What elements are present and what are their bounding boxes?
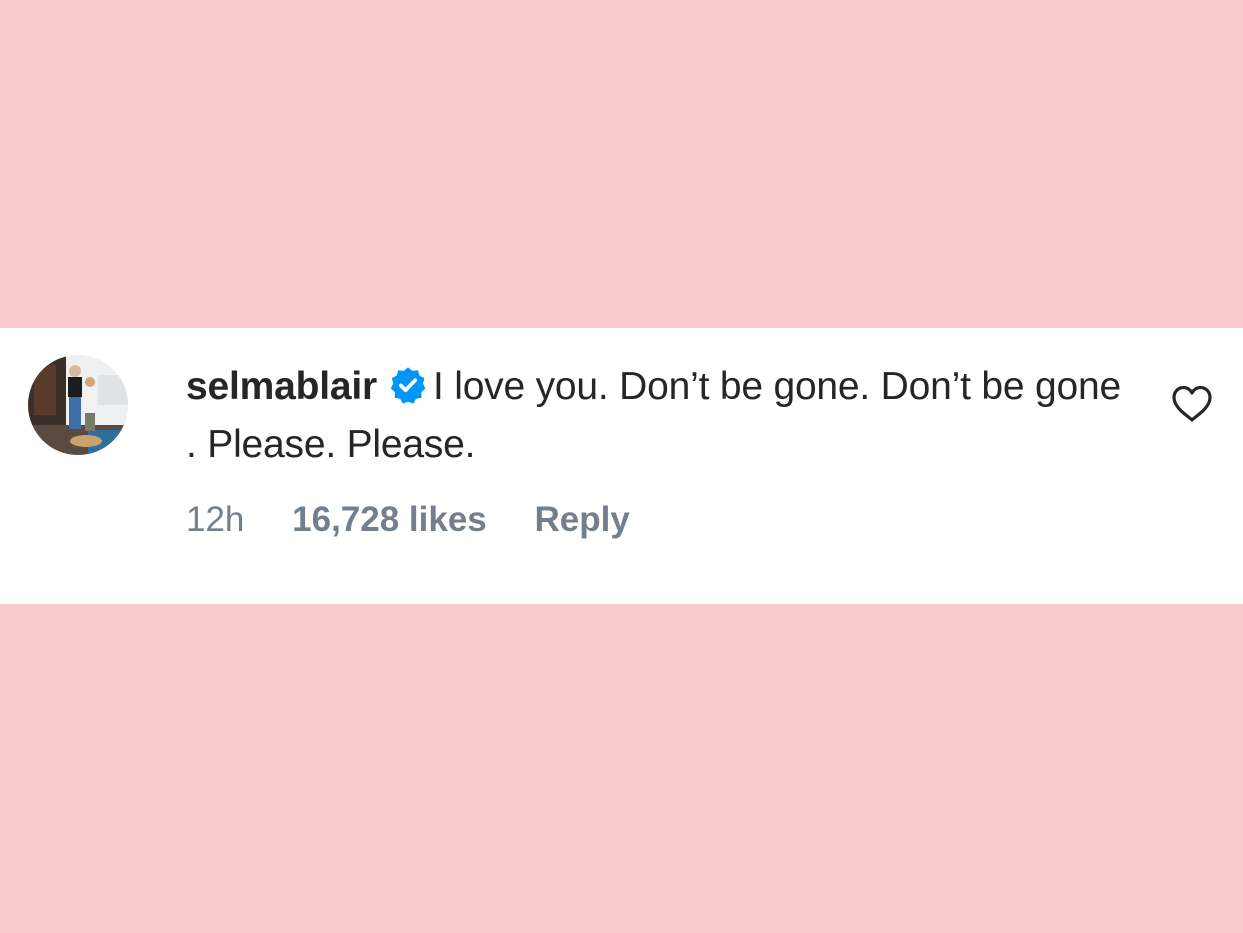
comment-likes-count[interactable]: 16,728 likes (292, 496, 487, 544)
verified-badge-icon (389, 363, 427, 404)
comment-meta-row: 12h 16,728 likes Reply (186, 496, 630, 544)
like-comment-button[interactable] (1170, 384, 1214, 424)
reply-button[interactable]: Reply (535, 496, 630, 544)
comment-timestamp[interactable]: 12h (186, 496, 244, 544)
comment-card: selmablair I love you. Don’t be gone. Do… (0, 328, 1243, 604)
comment-body: selmablair I love you. Don’t be gone. Do… (186, 358, 1136, 474)
heart-icon (1172, 385, 1212, 422)
bottom-background-band (0, 604, 1243, 933)
top-background-band (0, 0, 1243, 328)
comment-username[interactable]: selmablair (186, 365, 377, 408)
avatar-photo (28, 355, 128, 455)
avatar[interactable] (28, 355, 128, 455)
